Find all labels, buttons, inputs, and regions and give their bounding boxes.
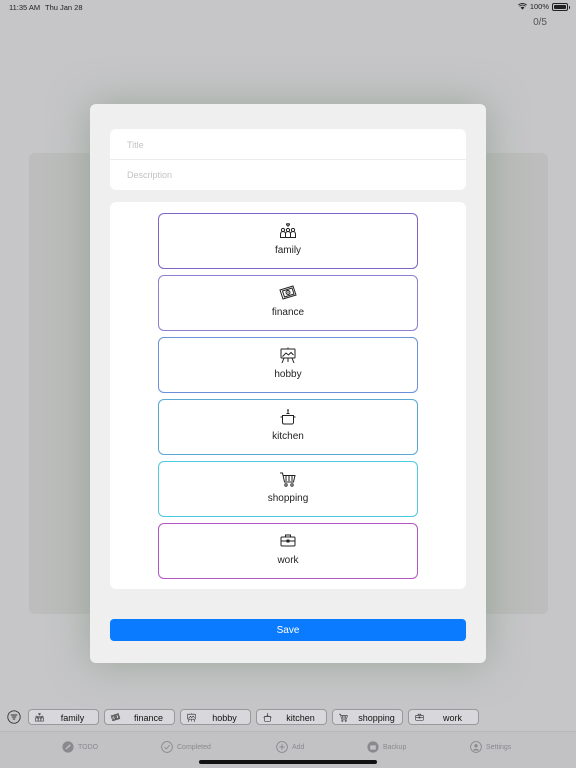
shopping-cart-icon [338,712,349,723]
title-placeholder: Title [127,140,144,150]
pencil-icon [62,741,74,753]
chip-label: family [60,713,85,723]
easel-icon [186,712,197,723]
tab-label: TODO [78,743,99,751]
briefcase-icon [414,712,425,723]
add-todo-modal: Title Description family finance hobby k… [90,104,486,663]
category-kitchen[interactable]: kitchen [158,399,418,455]
filter-chip-hobby[interactable]: hobby [180,709,251,725]
cooking-pot-icon [262,712,273,723]
category-list: family finance hobby kitchen shopping wo… [110,202,466,589]
description-input[interactable]: Description [110,160,466,190]
tab-label: Completed [177,743,211,751]
shopping-cart-icon [278,469,298,489]
cooking-pot-icon [278,407,298,427]
category-label: kitchen [272,431,304,442]
tab-add[interactable]: Add [276,741,304,753]
tab-label: Backup [383,743,407,751]
checkmark-icon [161,741,173,753]
category-label: hobby [274,369,302,380]
chip-label: kitchen [286,713,315,723]
home-indicator [199,760,377,764]
category-label: finance [271,307,305,318]
filter-icon[interactable] [7,710,21,724]
tab-completed[interactable]: Completed [161,741,211,753]
category-label: family [274,245,302,256]
filter-chip-kitchen[interactable]: kitchen [256,709,327,725]
chip-label: shopping [358,713,395,723]
filter-chip-work[interactable]: work [408,709,479,725]
chip-label: work [442,713,462,723]
status-right: 100% [517,2,570,11]
chip-label: finance [133,713,164,723]
tab-backup[interactable]: Backup [367,741,406,753]
completion-counter: 0/5 [533,17,547,28]
filter-chip-finance[interactable]: finance [104,709,175,725]
battery-icon [552,2,570,11]
tab-label: Settings [486,743,512,751]
title-input[interactable]: Title [110,131,466,160]
money-icon [110,712,121,723]
description-placeholder: Description [127,170,173,180]
category-shopping[interactable]: shopping [158,461,418,517]
person-icon [470,741,482,753]
category-hobby[interactable]: hobby [158,337,418,393]
category-family[interactable]: family [158,213,418,269]
status-time: 11:35 AM [9,3,41,12]
easel-icon [278,345,298,365]
category-finance[interactable]: finance [158,275,418,331]
status-bar: 11:35 AM Thu Jan 28 100% [0,0,576,14]
family-icon [34,712,45,723]
status-date: Thu Jan 28 [45,3,83,12]
tab-label: Add [292,743,305,751]
archive-icon [367,741,379,753]
chip-label: hobby [212,713,237,723]
wifi-icon [517,3,527,10]
tab-todo[interactable]: TODO [62,741,98,753]
filter-chip-family[interactable]: family [28,709,99,725]
tab-settings[interactable]: Settings [470,741,511,753]
category-work[interactable]: work [158,523,418,579]
category-filter-bar: family finance hobby kitchen shopping wo… [0,707,576,727]
briefcase-icon [278,531,298,551]
battery-percent: 100% [529,2,549,11]
plus-icon [276,741,288,753]
save-button[interactable]: Save [110,619,466,641]
family-icon [278,221,298,241]
money-icon [278,283,298,303]
filter-chip-shopping[interactable]: shopping [332,709,403,725]
text-fields-group: Title Description [110,129,466,190]
category-label: work [277,555,299,566]
category-label: shopping [267,493,309,504]
